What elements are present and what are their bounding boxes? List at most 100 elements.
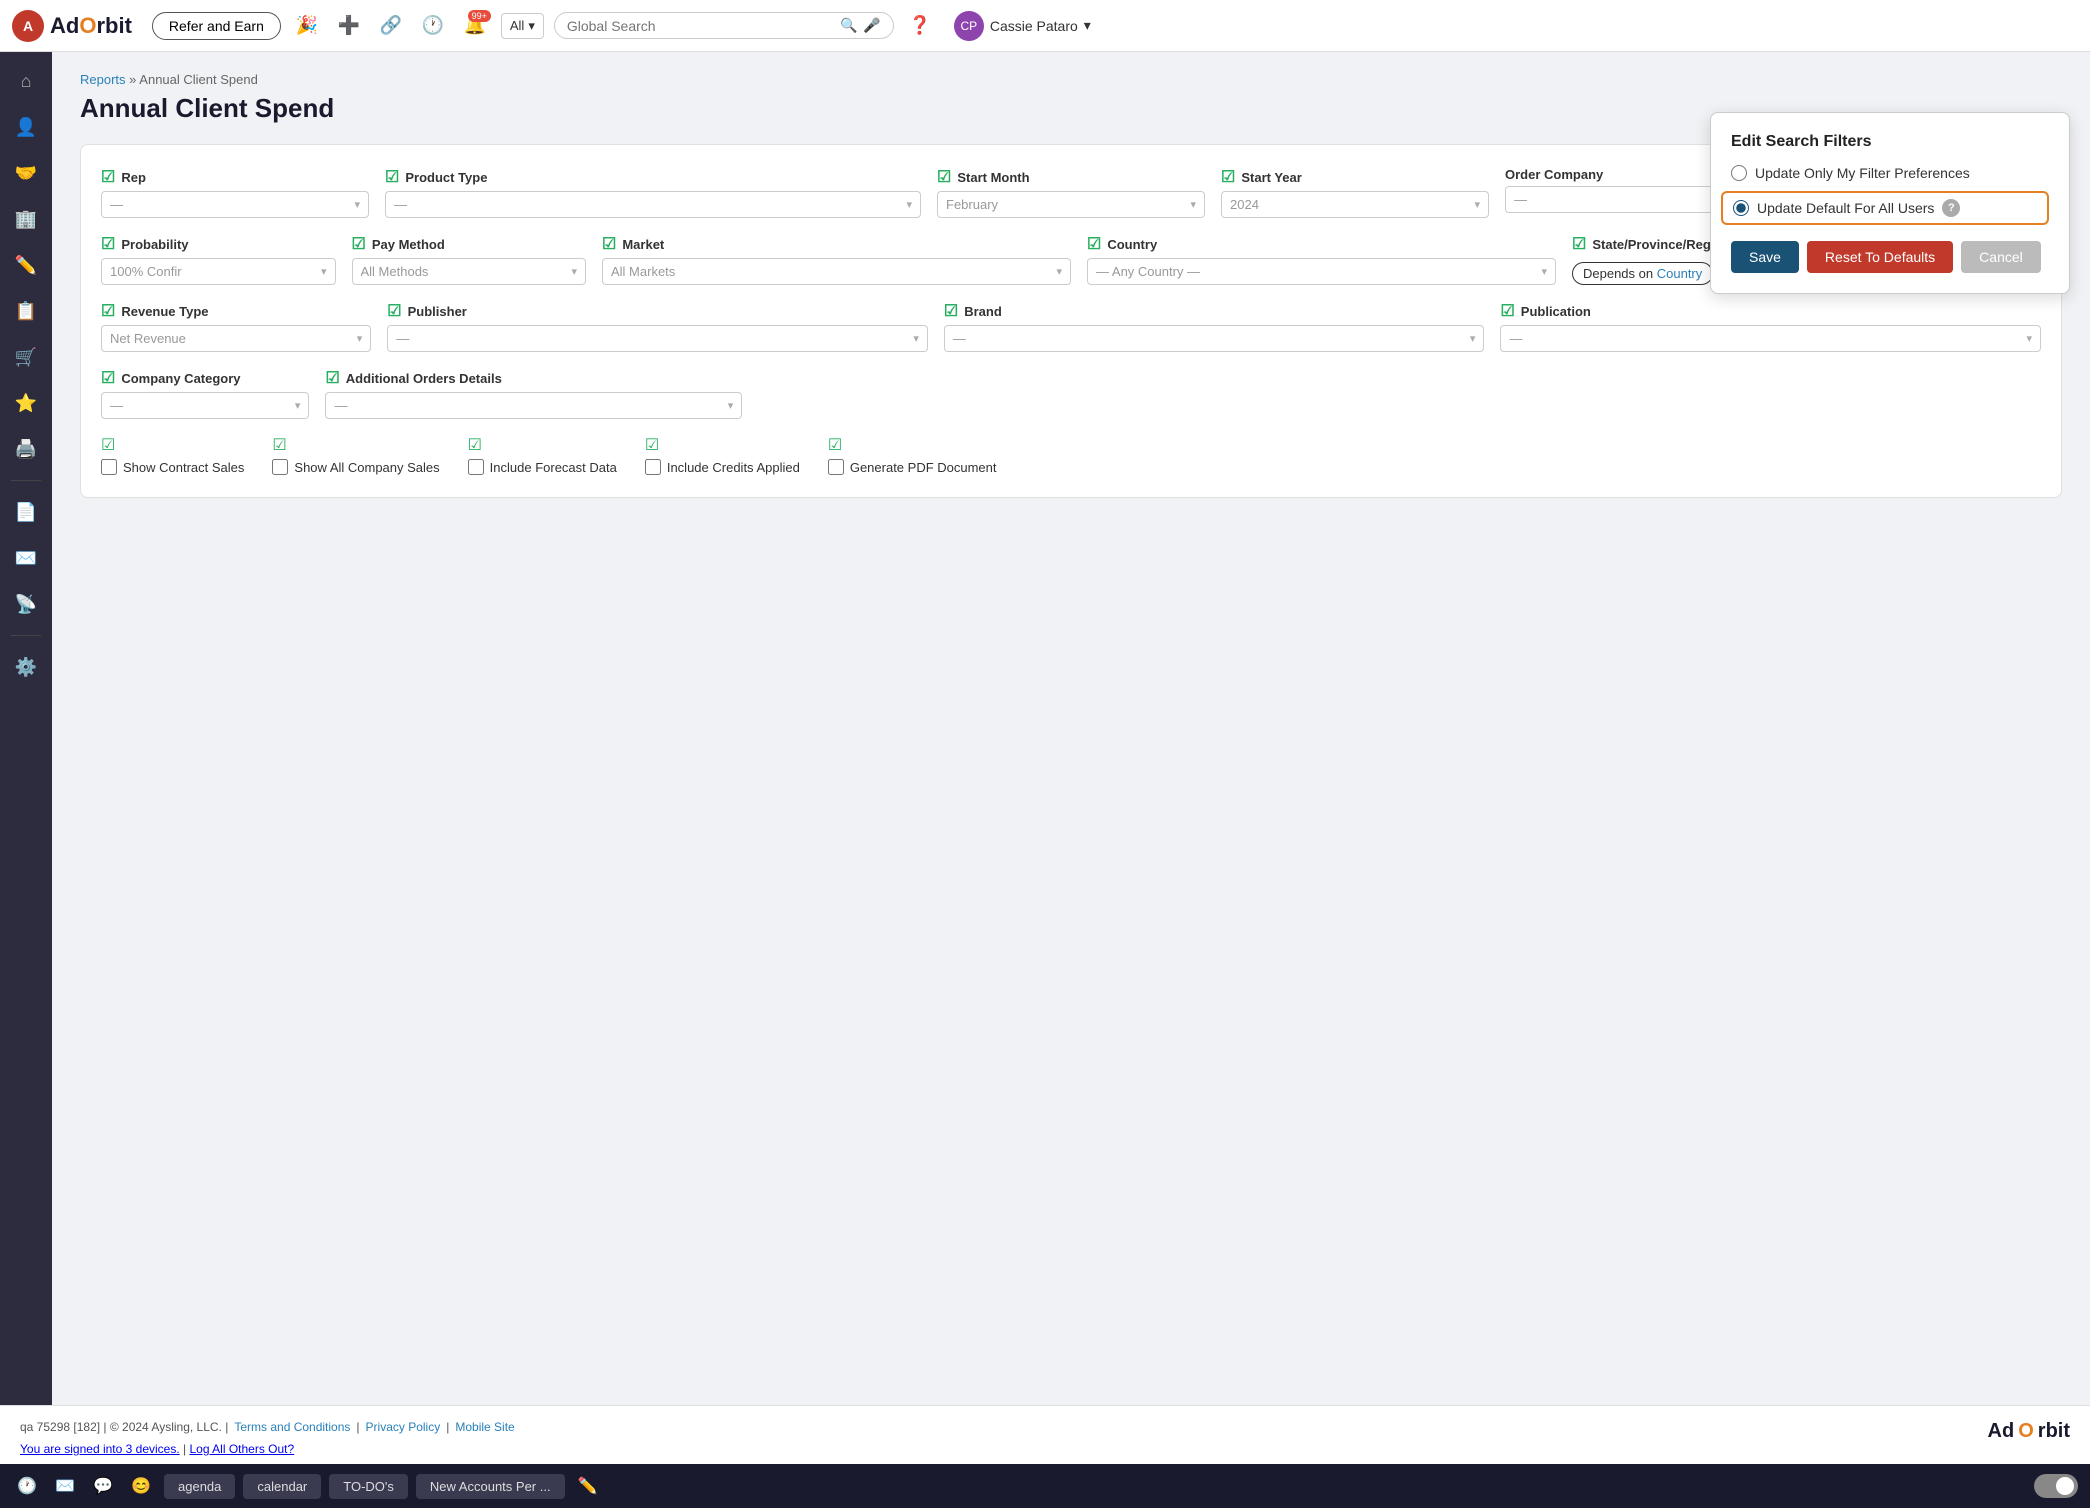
show-contract-label[interactable]: Show Contract Sales (101, 459, 244, 475)
revenue-type-dropdown[interactable]: Net Revenue (110, 331, 353, 346)
radio-my-filter-label[interactable]: Update Only My Filter Preferences (1755, 165, 1970, 181)
rep-dropdown[interactable]: — (110, 197, 350, 212)
include-forecast-checkbox[interactable] (468, 459, 484, 475)
pay-method-select[interactable]: All Methods ▾ (352, 258, 587, 285)
show-all-company-checkbox[interactable] (272, 459, 288, 475)
calendar-button[interactable]: calendar (243, 1474, 321, 1499)
probability-select[interactable]: 100% Confir ▾ (101, 258, 336, 285)
agenda-button[interactable]: agenda (164, 1474, 235, 1499)
publication-select[interactable]: — ▾ (1500, 325, 2041, 352)
generate-pdf-top-check: ☑ (828, 435, 842, 455)
product-type-dropdown[interactable]: — (394, 197, 902, 212)
revenue-type-arrow-icon: ▾ (357, 332, 363, 345)
sidebar-divider-2 (11, 635, 41, 636)
radio-my-filter[interactable] (1731, 165, 1747, 181)
cancel-button[interactable]: Cancel (1961, 241, 2041, 273)
search-icon[interactable]: 🔍 (840, 17, 857, 34)
probability-dropdown[interactable]: 100% Confir (110, 264, 317, 279)
sidebar-item-favorites[interactable]: ⭐ (7, 384, 45, 422)
brand-dropdown[interactable]: — (953, 331, 1466, 346)
start-month-select[interactable]: February ▾ (937, 191, 1205, 218)
taskbar-toggle[interactable] (2034, 1474, 2078, 1498)
notification-icon[interactable]: 🔔 99+ (459, 10, 491, 42)
user-menu[interactable]: CP Cassie Pataro ▾ (954, 11, 1091, 41)
footer-log-out-link[interactable]: Log All Others Out? (189, 1442, 294, 1456)
additional-orders-select[interactable]: — ▾ (325, 392, 742, 419)
market-select[interactable]: All Markets ▾ (602, 258, 1071, 285)
sidebar-item-documents[interactable]: 📄 (7, 493, 45, 531)
taskbar-chat-icon[interactable]: 💬 (88, 1471, 118, 1501)
start-month-dropdown[interactable]: February (946, 197, 1186, 212)
include-credits-label[interactable]: Include Credits Applied (645, 459, 800, 475)
start-year-select[interactable]: 2024 ▾ (1221, 191, 1489, 218)
sidebar-item-reports[interactable]: 📡 (7, 585, 45, 623)
include-credits-checkbox[interactable] (645, 459, 661, 475)
sidebar-item-orders[interactable]: 📋 (7, 292, 45, 330)
pay-method-dropdown[interactable]: All Methods (361, 264, 568, 279)
rep-select[interactable]: — ▾ (101, 191, 369, 218)
link-icon[interactable]: 🔗 (375, 10, 407, 42)
revenue-type-select[interactable]: Net Revenue ▾ (101, 325, 371, 352)
filter-group-start-year: ☑ Start Year 2024 ▾ (1221, 167, 1489, 218)
mic-icon[interactable]: 🎤 (863, 17, 880, 34)
sidebar-item-contacts[interactable]: 👤 (7, 108, 45, 146)
probability-check-icon: ☑ (101, 234, 115, 254)
sidebar-item-deals[interactable]: 🤝 (7, 154, 45, 192)
sidebar-item-mail[interactable]: ✉️ (7, 539, 45, 577)
new-accounts-button[interactable]: New Accounts Per ... (416, 1474, 565, 1499)
publication-dropdown[interactable]: — (1509, 331, 2022, 346)
rep-arrow-icon: ▾ (354, 198, 360, 211)
taskbar-pencil-icon[interactable]: ✏️ (573, 1471, 603, 1501)
sidebar-item-print[interactable]: 🖨️ (7, 430, 45, 468)
show-all-company-label[interactable]: Show All Company Sales (272, 459, 439, 475)
country-select[interactable]: — Any Country — ▾ (1087, 258, 1556, 285)
taskbar-mail-icon[interactable]: ✉️ (50, 1471, 80, 1501)
taskbar-emoji-icon[interactable]: 😊 (126, 1471, 156, 1501)
show-contract-checkbox[interactable] (101, 459, 117, 475)
rep-check-icon: ☑ (101, 167, 115, 187)
history-icon[interactable]: 🕐 (417, 10, 449, 42)
sidebar-item-cart[interactable]: 🛒 (7, 338, 45, 376)
brand-select[interactable]: — ▾ (944, 325, 1485, 352)
save-button[interactable]: Save (1731, 241, 1799, 273)
help-question-icon[interactable]: ? (1942, 199, 1960, 217)
footer-links: qa 75298 [182] | © 2024 Aysling, LLC. | … (20, 1420, 515, 1434)
party-icon[interactable]: 🎉 (291, 10, 323, 42)
footer-mobile-link[interactable]: Mobile Site (455, 1420, 514, 1434)
generate-pdf-checkbox[interactable] (828, 459, 844, 475)
market-dropdown[interactable]: All Markets (611, 264, 1052, 279)
company-category-select[interactable]: — ▾ (101, 392, 309, 419)
sidebar-item-settings[interactable]: ⚙️ (7, 648, 45, 686)
start-year-dropdown[interactable]: 2024 (1230, 197, 1470, 212)
radio-option-1[interactable]: Update Only My Filter Preferences (1731, 165, 2049, 181)
breadcrumb: Reports » Annual Client Spend (80, 72, 2062, 87)
additional-orders-dropdown[interactable]: — (334, 398, 723, 413)
help-icon[interactable]: ❓ (904, 10, 936, 42)
country-dropdown[interactable]: — Any Country — (1096, 264, 1537, 279)
todo-button[interactable]: TO-DO's (329, 1474, 408, 1499)
include-forecast-label[interactable]: Include Forecast Data (468, 459, 617, 475)
breadcrumb-reports-link[interactable]: Reports (80, 72, 126, 87)
sidebar-item-home[interactable]: ⌂ (7, 62, 45, 100)
footer-signed-in-link[interactable]: You are signed into 3 devices. (20, 1442, 180, 1456)
radio-option-2[interactable]: Update Default For All Users ? (1721, 191, 2049, 225)
add-icon[interactable]: ➕ (333, 10, 365, 42)
sidebar-item-edit[interactable]: ✏️ (7, 246, 45, 284)
publisher-dropdown[interactable]: — (396, 331, 909, 346)
reset-defaults-button[interactable]: Reset To Defaults (1807, 241, 1953, 273)
search-scope-dropdown[interactable]: All ▾ (501, 13, 544, 39)
footer-privacy-link[interactable]: Privacy Policy (366, 1420, 441, 1434)
publisher-select[interactable]: — ▾ (387, 325, 928, 352)
product-type-select[interactable]: — ▾ (385, 191, 921, 218)
company-category-dropdown[interactable]: — (110, 398, 291, 413)
footer-terms-link[interactable]: Terms and Conditions (234, 1420, 350, 1434)
country-link[interactable]: Country (1657, 266, 1703, 281)
radio-all-users-label[interactable]: Update Default For All Users (1757, 200, 1934, 216)
filter-group-brand: ☑ Brand — ▾ (944, 301, 1485, 352)
search-input[interactable] (567, 18, 834, 34)
generate-pdf-label[interactable]: Generate PDF Document (828, 459, 997, 475)
taskbar-clock-icon[interactable]: 🕐 (12, 1471, 42, 1501)
refer-earn-button[interactable]: Refer and Earn (152, 12, 281, 40)
sidebar-item-companies[interactable]: 🏢 (7, 200, 45, 238)
radio-all-users[interactable] (1733, 200, 1749, 216)
